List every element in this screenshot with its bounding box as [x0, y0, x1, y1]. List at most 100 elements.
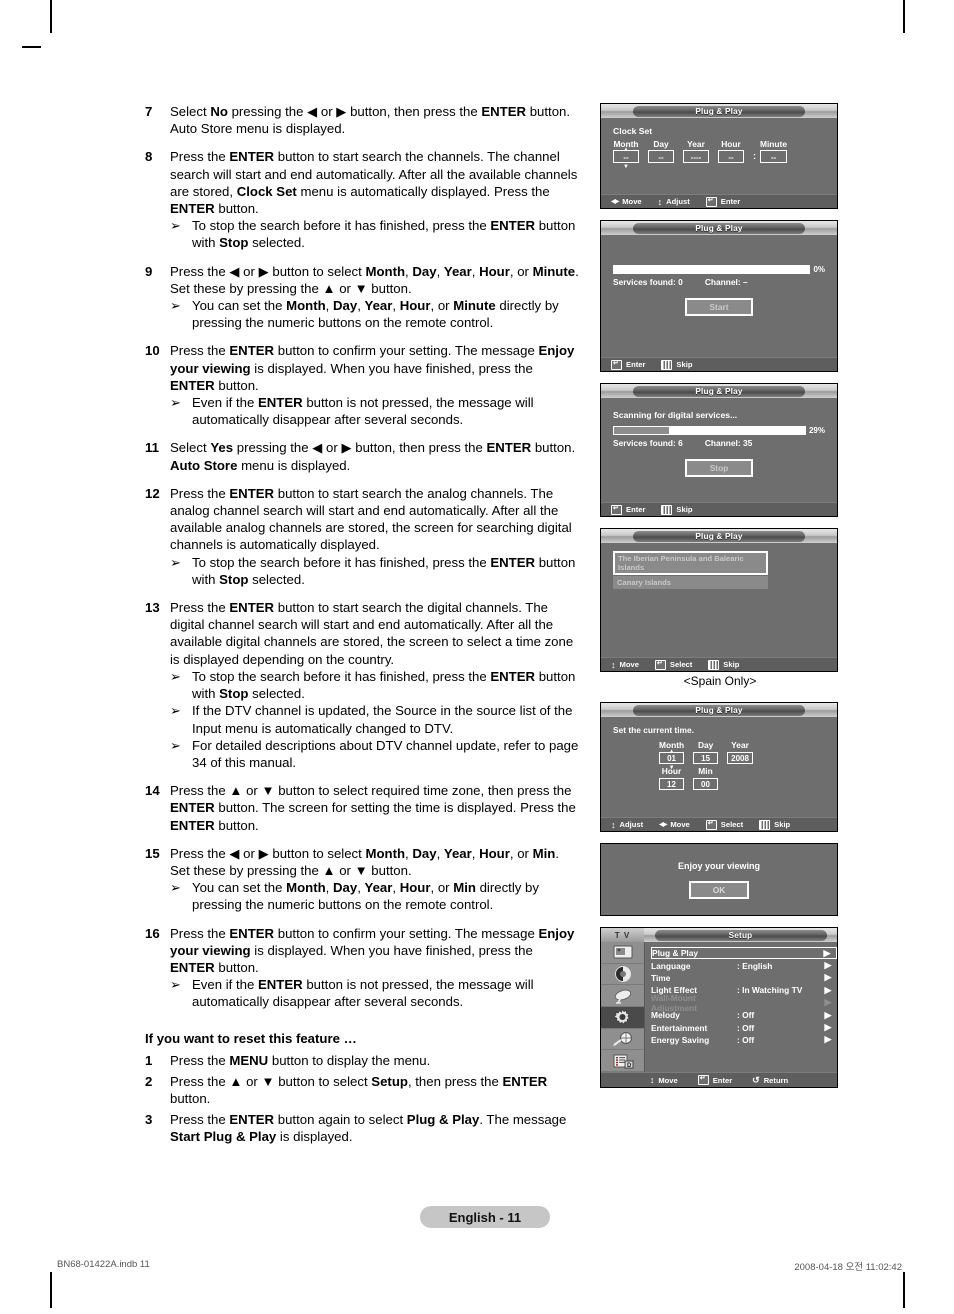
osd-enjoy-viewing-panel: Enjoy your viewing OK: [600, 843, 838, 916]
footer-hint[interactable]: Enter: [697, 1074, 732, 1085]
footer-hint[interactable]: Adjust: [658, 197, 690, 207]
setup-menu-item[interactable]: Energy Saving: Off ▶: [651, 1034, 837, 1046]
setup-sidebar-channel-dish-tab[interactable]: [601, 985, 644, 1008]
setup-menu-item[interactable]: Entertainment: Off ▶: [651, 1021, 837, 1033]
setup-sidebar-setup-gear-tab[interactable]: [601, 1007, 644, 1029]
step-text: Select No pressing the ◀ or ▶ button, th…: [170, 104, 571, 137]
footer-hint[interactable]: Enter: [611, 504, 645, 515]
instruction-step: 16 Press the ENTER button to confirm your…: [145, 925, 580, 1011]
footer-hint-label: Move: [619, 660, 639, 669]
setup-sidebar-input-tab[interactable]: [601, 1029, 644, 1051]
clock-set-field[interactable]: Minute --: [760, 139, 787, 163]
set-time-field[interactable]: Month ▲ ▼ 01: [659, 740, 685, 771]
channel-dish-icon: [612, 988, 634, 1004]
setup-sidebar-sound-tab[interactable]: [601, 964, 644, 986]
footer-hint[interactable]: Skip: [661, 359, 693, 370]
step-number: 13: [145, 600, 160, 616]
clock-set-field[interactable]: Hour --: [718, 139, 744, 163]
chevron-right-icon: ▶: [824, 984, 832, 995]
stop-button[interactable]: Stop: [685, 459, 753, 477]
set-time-field[interactable]: Min 00: [693, 766, 718, 790]
step-text: Press the ◀ or ▶ button to select Month,…: [170, 845, 559, 878]
setup-menu-item-value: : In Watching TV: [737, 985, 803, 996]
clock-set-field-value[interactable]: --: [648, 150, 674, 163]
footer-hint[interactable]: Skip: [708, 659, 740, 670]
progress-row: 0%: [613, 265, 825, 274]
ok-button[interactable]: OK: [689, 880, 749, 899]
spain-only-caption: <Spain Only>: [683, 674, 757, 688]
setup-menu-item[interactable]: Melody: Off ▶: [651, 1009, 837, 1021]
footer-hint-label: Adjust: [619, 820, 644, 829]
set-time-field-value[interactable]: 12: [659, 778, 684, 790]
setup-menu-item-value: : Off: [737, 1010, 755, 1021]
footer-hint[interactable]: Move: [659, 820, 689, 829]
set-time-row-date: Month ▲ ▼ 01 Day 15 Year 2008: [659, 740, 825, 771]
setup-sidebar: D: [601, 942, 645, 1073]
set-time-field[interactable]: Hour 12: [659, 766, 684, 790]
chevron-right-icon: ▶: [824, 1022, 832, 1033]
clock-set-field-value[interactable]: ----: [683, 150, 709, 163]
footer-hint[interactable]: Move: [611, 660, 639, 670]
setup-menu-item[interactable]: Wall-Mount Adjustment ▶: [651, 993, 837, 1013]
clock-set-field[interactable]: Month ▲ ▼ --: [613, 139, 639, 170]
footer-hint-label: Move: [622, 197, 642, 206]
set-time-field[interactable]: Year 2008: [727, 740, 753, 764]
footer-hint[interactable]: Move: [611, 197, 642, 206]
enter-key-icon: [611, 504, 622, 515]
clock-set-field-value[interactable]: --: [760, 150, 787, 163]
step-text: Press the ENTER button to start search t…: [170, 485, 572, 553]
footer-hint[interactable]: Skip: [661, 504, 693, 515]
instruction-step: 9 Press the ◀ or ▶ button to select Month…: [145, 263, 580, 332]
services-found-text: Services found: 6: [613, 438, 683, 448]
clock-set-field[interactable]: Day --: [648, 139, 674, 163]
setup-sidebar-dtv-list-tab[interactable]: D: [601, 1050, 644, 1073]
footer-hint-label: Select: [669, 660, 693, 669]
step-text: Press the ▲ or ▼ button to select requir…: [170, 783, 576, 833]
step-note: ➢ You can set the Month, Day, Year, Hour,…: [170, 298, 559, 331]
set-time-field-value[interactable]: 00: [693, 778, 718, 790]
footer-hint[interactable]: Select: [705, 819, 743, 830]
osd-titlebar: Plug & Play: [601, 529, 837, 543]
footer-hint[interactable]: Enter: [705, 196, 741, 207]
footer-hint-label: Skip: [723, 660, 740, 669]
clock-set-field-value[interactable]: --: [718, 150, 744, 163]
setup-top-bar: T V Setup: [601, 928, 837, 942]
setup-sidebar-picture-tab[interactable]: [601, 942, 644, 964]
instruction-step: 10 Press the ENTER button to confirm your…: [145, 342, 580, 428]
osd-auto-store-start-panel: Plug & Play 0% Services found: 0 Channel…: [600, 220, 838, 372]
setup-menu-item[interactable]: Time ▶: [651, 972, 837, 984]
set-time-field-value[interactable]: 2008: [727, 752, 753, 764]
set-time-field-value[interactable]: 15: [693, 752, 719, 764]
scanning-title: Scanning for digital services...: [613, 410, 738, 420]
progress-percent: 29%: [808, 426, 825, 435]
setup-menu-item[interactable]: Language: English ▶: [651, 959, 837, 971]
footer-hint-label: Skip: [676, 505, 693, 514]
clock-set-field-label: Year: [687, 139, 705, 149]
footer-hint-label: Enter: [720, 197, 741, 206]
instruction-step: 11 Select Yes pressing the ◀ or ▶ button,…: [145, 439, 580, 473]
osd-titlebar: Plug & Play: [601, 104, 837, 118]
left-right-arrows-icon: [659, 821, 666, 828]
skip-key-icon: [708, 659, 720, 670]
start-button[interactable]: Start: [685, 298, 753, 316]
region-list-item[interactable]: Canary Islands: [613, 576, 768, 589]
footer-hint[interactable]: Return: [752, 1075, 788, 1086]
osd-set-time-panel: Plug & Play Set the current time. Month ▲…: [600, 702, 838, 832]
footer-hint-label: Skip: [676, 360, 693, 369]
set-time-field[interactable]: Day 15: [693, 740, 719, 764]
setup-menu-items: Plug & Play ▶ Language: English ▶ Time ▶ Light…: [645, 942, 837, 1072]
reset-section-heading: If you want to reset this feature …: [145, 1030, 357, 1046]
step-number: 1: [145, 1052, 153, 1068]
step-number: 16: [145, 925, 160, 941]
footer-hint[interactable]: Select: [654, 659, 693, 670]
region-list-item[interactable]: The Iberian Peninsula and Balearic Islan…: [613, 551, 768, 575]
footer-hint[interactable]: Adjust: [611, 820, 644, 830]
setup-menu-item-value: : Off: [737, 1022, 755, 1033]
clock-set-field[interactable]: Year ----: [683, 139, 709, 163]
up-arrow-icon: ▲: [623, 147, 629, 153]
footer-hint[interactable]: Enter: [611, 359, 645, 370]
setup-menu-item[interactable]: Plug & Play ▶: [651, 947, 837, 960]
footer-hint[interactable]: Skip: [759, 819, 790, 830]
footer-hint[interactable]: Move: [650, 1075, 677, 1085]
tv-label: T V: [601, 928, 644, 942]
